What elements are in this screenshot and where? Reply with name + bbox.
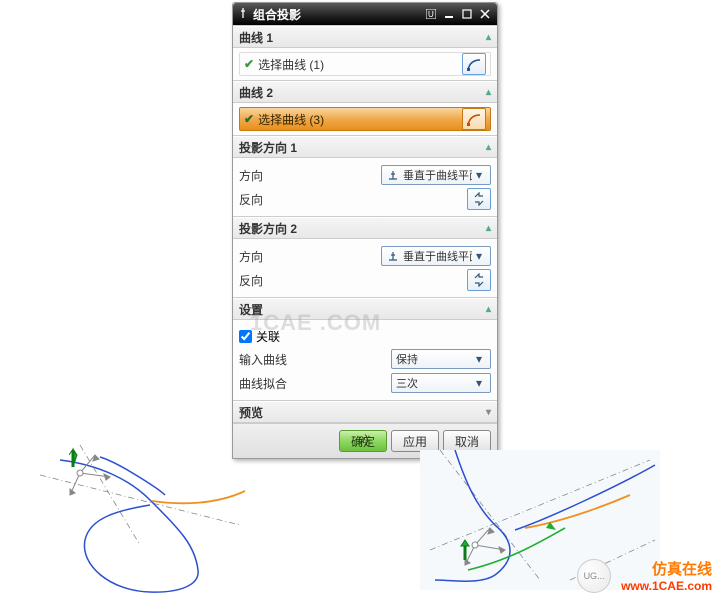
window-title: 组合投影 xyxy=(253,6,421,23)
expand-icon: ▴ xyxy=(486,32,491,43)
check-icon: ✔ xyxy=(244,57,254,71)
page-watermark: UG... 仿真在线 www.1CAE.com xyxy=(577,558,712,593)
curve-fit-label: 曲线拟合 xyxy=(239,375,391,392)
select-curve1-label: 选择曲线 (1) xyxy=(258,56,462,73)
minimize-button[interactable] xyxy=(441,7,457,21)
input-curve-row: 输入曲线 保持 ▾ xyxy=(239,348,491,370)
expand-icon: ▴ xyxy=(486,87,491,98)
section-projdir2-body: 方向 垂直于曲线平面 ▾ 反向 xyxy=(233,239,497,298)
help-icon[interactable]: U xyxy=(423,7,439,21)
reverse2-label: 反向 xyxy=(239,272,467,289)
direction1-combo[interactable]: 垂直于曲线平面 ▾ xyxy=(381,165,491,185)
select-curve2-label: 选择曲线 (3) xyxy=(258,111,462,128)
direction2-combo[interactable]: 垂直于曲线平面 ▾ xyxy=(381,246,491,266)
section-curve1-body: ✔ 选择曲线 (1) xyxy=(233,48,497,81)
select-curve1-row[interactable]: ✔ 选择曲线 (1) xyxy=(239,52,491,76)
section-projdir2-header[interactable]: 投影方向 2 ▴ xyxy=(233,217,497,239)
chevron-down-icon: ▾ xyxy=(472,352,486,366)
curve-picker-icon[interactable] xyxy=(462,53,486,75)
chevron-down-icon: ▾ xyxy=(472,249,486,263)
reverse1-button[interactable] xyxy=(467,188,491,210)
direction2-value: 垂直于曲线平面 xyxy=(403,248,472,264)
watermark-logo-icon: UG... xyxy=(577,559,611,593)
chevron-down-icon: ▾ xyxy=(472,376,486,390)
watermark-line2: www.1CAE.com xyxy=(621,579,712,593)
chevron-down-icon: ▾ xyxy=(472,168,486,182)
left-sketch-illustration xyxy=(40,445,340,595)
direction1-value: 垂直于曲线平面 xyxy=(403,167,472,183)
section-curve2-header[interactable]: 曲线 2 ▴ xyxy=(233,81,497,103)
section-projdir1-header[interactable]: 投影方向 1 ▴ xyxy=(233,136,497,158)
section-curve1-header[interactable]: 曲线 1 ▴ xyxy=(233,26,497,48)
expand-icon: ▾ xyxy=(486,407,491,418)
direction2-row: 方向 垂直于曲线平面 ▾ xyxy=(239,245,491,267)
section-preview-title: 预览 xyxy=(239,404,263,421)
direction1-row: 方向 垂直于曲线平面 ▾ xyxy=(239,164,491,186)
curve-fit-row: 曲线拟合 三次 ▾ xyxy=(239,372,491,394)
input-curve-value: 保持 xyxy=(396,351,472,367)
section-curve2-body: ✔ 选择曲线 (3) xyxy=(233,103,497,136)
expand-icon: ▴ xyxy=(486,142,491,153)
maximize-button[interactable] xyxy=(459,7,475,21)
apply-button[interactable]: 应用 xyxy=(391,430,439,452)
reverse1-row: 反向 xyxy=(239,188,491,210)
figure-a-label: a) xyxy=(358,432,369,446)
reverse2-button[interactable] xyxy=(467,269,491,291)
svg-text:U: U xyxy=(428,10,434,19)
section-projdir1-body: 方向 垂直于曲线平面 ▾ 反向 xyxy=(233,158,497,217)
section-preview-header[interactable]: 预览 ▾ xyxy=(233,401,497,423)
cancel-button[interactable]: 取消 xyxy=(443,430,491,452)
select-curve2-row[interactable]: ✔ 选择曲线 (3) xyxy=(239,107,491,131)
direction1-label: 方向 xyxy=(239,167,381,184)
reverse1-label: 反向 xyxy=(239,191,467,208)
expand-icon: ▴ xyxy=(486,304,491,315)
section-settings-header[interactable]: 设置 ▴ xyxy=(233,298,497,320)
direction2-label: 方向 xyxy=(239,248,381,265)
curve-fit-value: 三次 xyxy=(396,375,472,391)
assoc-checkbox[interactable] xyxy=(239,330,252,343)
section-curve2-title: 曲线 2 xyxy=(239,84,273,101)
assoc-label: 关联 xyxy=(256,328,280,345)
perpendicular-icon xyxy=(386,250,400,262)
check-icon: ✔ xyxy=(244,112,254,126)
reverse2-row: 反向 xyxy=(239,269,491,291)
section-projdir1-title: 投影方向 1 xyxy=(239,139,297,156)
section-settings-body: 关联 输入曲线 保持 ▾ 曲线拟合 三次 ▾ xyxy=(233,320,497,401)
dialog-body: 曲线 1 ▴ ✔ 选择曲线 (1) 曲线 2 ▴ ✔ 选择曲线 (3) xyxy=(233,25,497,458)
curve-picker-icon[interactable] xyxy=(462,108,486,130)
combined-projection-dialog: 组合投影 U 曲线 1 ▴ ✔ 选择曲线 (1) xyxy=(232,2,498,459)
close-button[interactable] xyxy=(477,7,493,21)
assoc-row: 关联 xyxy=(239,326,491,346)
pin-icon[interactable] xyxy=(237,7,249,22)
section-curve1-title: 曲线 1 xyxy=(239,29,273,46)
expand-icon: ▴ xyxy=(486,223,491,234)
curve-fit-combo[interactable]: 三次 ▾ xyxy=(391,373,491,393)
section-projdir2-title: 投影方向 2 xyxy=(239,220,297,237)
perpendicular-icon xyxy=(386,169,400,181)
input-curve-label: 输入曲线 xyxy=(239,351,391,368)
input-curve-combo[interactable]: 保持 ▾ xyxy=(391,349,491,369)
watermark-line1: 仿真在线 xyxy=(621,558,712,579)
section-settings-title: 设置 xyxy=(239,301,263,318)
titlebar[interactable]: 组合投影 U xyxy=(233,3,497,25)
